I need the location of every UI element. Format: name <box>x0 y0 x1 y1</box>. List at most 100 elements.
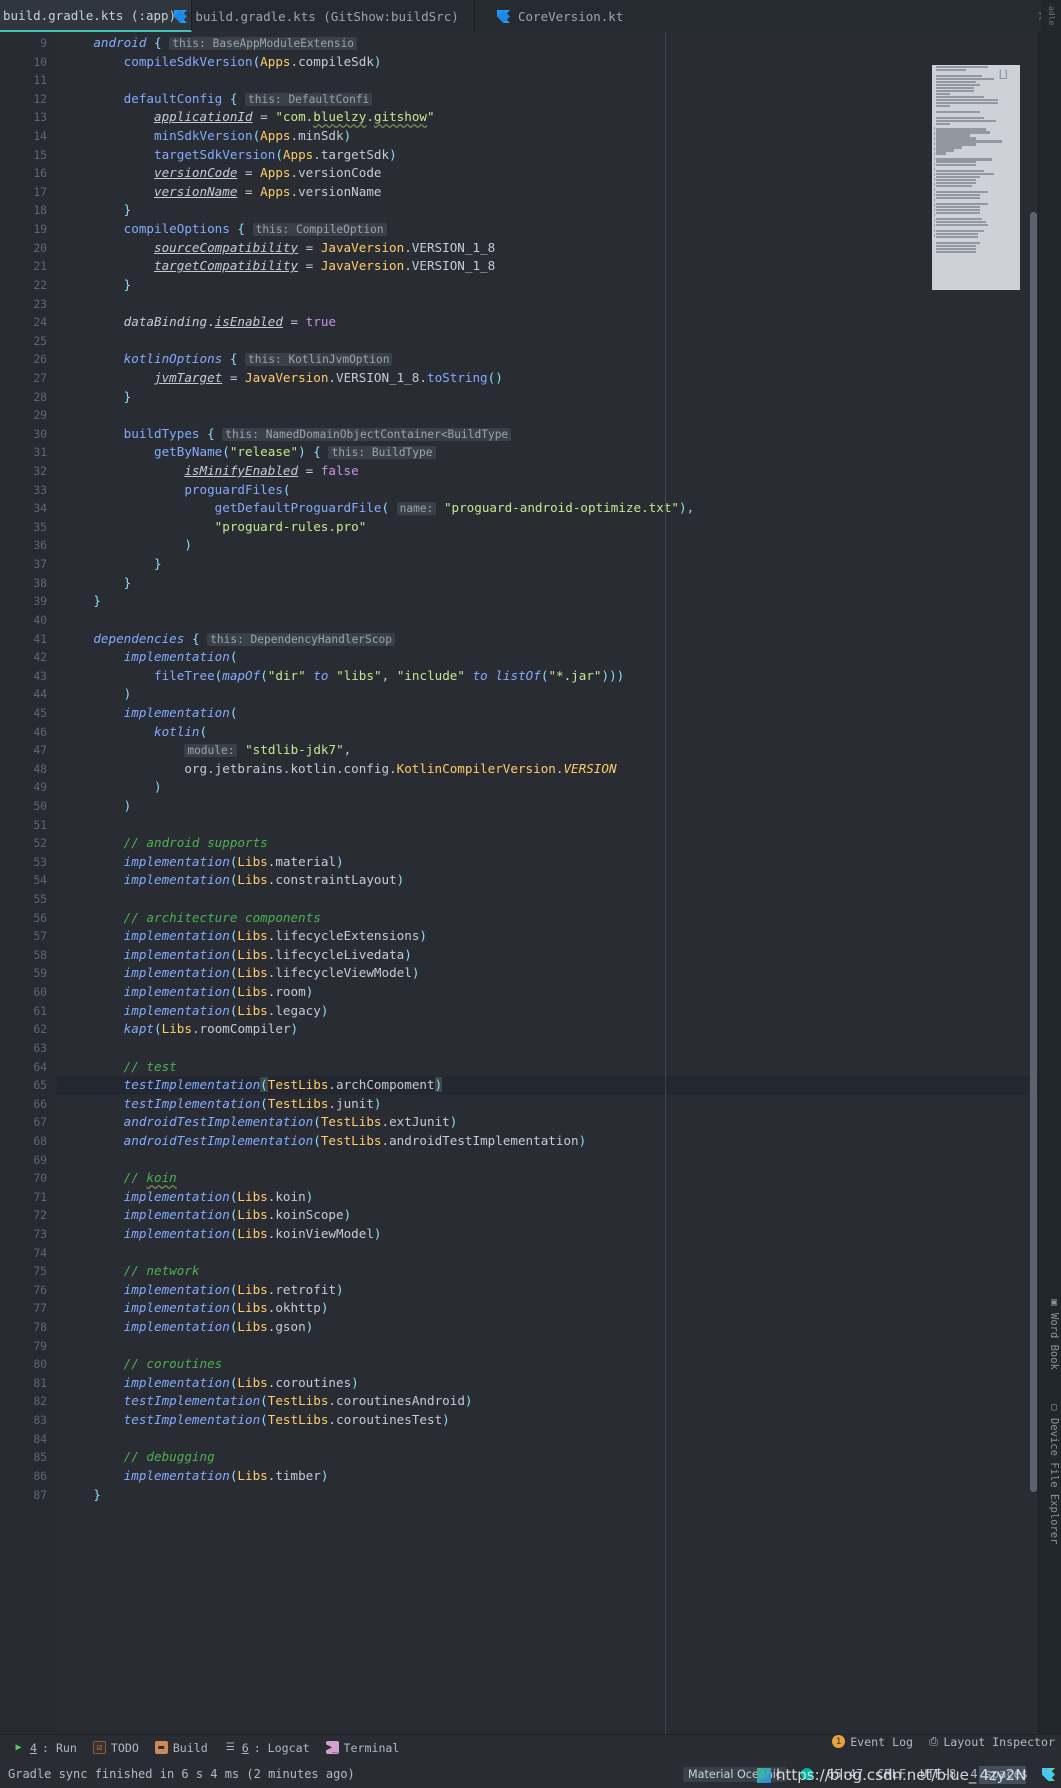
code-line[interactable]: dependencies { this: DependencyHandlerSc… <box>57 630 1038 649</box>
code-line[interactable] <box>57 611 1038 630</box>
code-line[interactable]: // debugging <box>57 1448 1038 1467</box>
code-line[interactable]: // test <box>57 1058 1038 1077</box>
tool-window-build[interactable]: ▬ Build <box>151 1741 220 1755</box>
code-line[interactable]: implementation(Libs.timber) <box>57 1467 1038 1486</box>
code-line[interactable] <box>57 1430 1038 1449</box>
code-line[interactable]: compileOptions { this: CompileOption <box>57 220 1038 239</box>
code-content[interactable]: android { this: BaseAppModuleExtensio co… <box>57 32 1038 1734</box>
code-line[interactable]: ) <box>57 797 1038 816</box>
code-line[interactable]: fileTree(mapOf("dir" to "libs", "include… <box>57 667 1038 686</box>
editor-vertical-scrollbar[interactable] <box>1029 32 1038 1734</box>
code-line[interactable]: implementation(Libs.legacy) <box>57 1002 1038 1021</box>
code-line[interactable]: implementation(Libs.koin) <box>57 1188 1038 1207</box>
code-line[interactable]: implementation(Libs.coroutines) <box>57 1374 1038 1393</box>
code-line[interactable]: } <box>57 592 1038 611</box>
tool-window-logcat[interactable]: ☰ 6: Logcat <box>220 1741 322 1755</box>
code-line[interactable]: androidTestImplementation(TestLibs.extJu… <box>57 1113 1038 1132</box>
code-line[interactable] <box>57 332 1038 351</box>
indent-setting[interactable]: 4 spaces <box>970 1767 1028 1781</box>
code-line[interactable]: proguardFiles( <box>57 481 1038 500</box>
code-line[interactable] <box>57 1244 1038 1263</box>
code-line[interactable]: testImplementation(TestLibs.coroutinesAn… <box>57 1392 1038 1411</box>
code-line[interactable]: implementation( <box>57 648 1038 667</box>
code-line[interactable]: compileSdkVersion(Apps.compileSdk) <box>57 53 1038 72</box>
tool-button-device-file-explorer[interactable]: ▢ Device File Explorer <box>1048 1402 1060 1544</box>
code-line[interactable]: } <box>57 201 1038 220</box>
code-line[interactable] <box>57 1151 1038 1170</box>
code-line[interactable]: implementation(Libs.okhttp) <box>57 1299 1038 1318</box>
code-line[interactable]: implementation(Libs.lifecycleLivedata) <box>57 946 1038 965</box>
code-line[interactable]: implementation(Libs.material) <box>57 853 1038 872</box>
code-line[interactable] <box>57 71 1038 90</box>
event-log-button[interactable]: 1 Event Log <box>832 1735 913 1749</box>
code-line[interactable]: android { this: BaseAppModuleExtensio <box>57 34 1038 53</box>
code-line[interactable]: } <box>57 276 1038 295</box>
line-number-gutter[interactable]: 9 10 11 12 13 14 15 16 17 18 19 20 21 22 23 24 25 26 27 28 2… <box>0 32 57 1734</box>
file-encoding[interactable]: UTF-8 <box>920 1767 956 1781</box>
code-line[interactable]: implementation( <box>57 704 1038 723</box>
code-line[interactable]: } <box>57 1486 1038 1505</box>
code-line[interactable] <box>57 1337 1038 1356</box>
code-line[interactable]: implementation(Libs.gson) <box>57 1318 1038 1337</box>
scrollbar-thumb[interactable] <box>1030 212 1037 1492</box>
code-line[interactable]: versionName = Apps.versionName <box>57 183 1038 202</box>
color-scheme-badge[interactable]: Material Oceanic <box>682 1766 788 1782</box>
code-line[interactable]: implementation(Libs.room) <box>57 983 1038 1002</box>
code-line[interactable]: } <box>57 574 1038 593</box>
code-line[interactable] <box>57 406 1038 425</box>
layout-inspector-button[interactable]: ⎙ Layout Inspector <box>929 1734 1055 1749</box>
code-line[interactable]: isMinifyEnabled = false <box>57 462 1038 481</box>
code-line[interactable]: // android supports <box>57 834 1038 853</box>
code-line[interactable]: minSdkVersion(Apps.minSdk) <box>57 127 1038 146</box>
code-line[interactable]: versionCode = Apps.versionCode <box>57 164 1038 183</box>
code-line[interactable]: // koin <box>57 1169 1038 1188</box>
code-line[interactable]: testImplementation(TestLibs.coroutinesTe… <box>57 1411 1038 1430</box>
tool-button-word-book[interactable]: ▣ Word Book <box>1048 1297 1060 1370</box>
tab-overflow-label[interactable]: adle <box>1041 0 1061 32</box>
code-line[interactable]: androidTestImplementation(TestLibs.andro… <box>57 1132 1038 1151</box>
caret-position[interactable]: 65:47 <box>827 1767 863 1781</box>
code-line[interactable]: getDefaultProguardFile( name: "proguard-… <box>57 499 1038 518</box>
code-line[interactable]: ) <box>57 685 1038 704</box>
editor-tab-coreversion[interactable]: CoreVersion.kt × <box>475 0 1061 32</box>
inspection-widget-icon[interactable]: ⨿ <box>999 68 1008 83</box>
tool-window-todo[interactable]: ☑ TODO <box>89 1741 151 1755</box>
editor-tab-buildsrc-gradle[interactable]: build.gradle.kts (GitShow:buildSrc) × <box>174 0 494 32</box>
code-line[interactable]: jvmTarget = JavaVersion.VERSION_1_8.toSt… <box>57 369 1038 388</box>
code-line[interactable]: // network <box>57 1262 1038 1281</box>
tool-window-run[interactable]: ▶ 4: Run <box>8 1741 89 1755</box>
code-line[interactable]: buildTypes { this: NamedDomainObjectCont… <box>57 425 1038 444</box>
code-minimap[interactable] <box>932 65 1020 290</box>
code-line[interactable]: kapt(Libs.roomCompiler) <box>57 1020 1038 1039</box>
code-line[interactable]: ) <box>57 536 1038 555</box>
code-line[interactable] <box>57 816 1038 835</box>
code-line[interactable]: ) <box>57 778 1038 797</box>
code-line[interactable]: testImplementation(TestLibs.junit) <box>57 1095 1038 1114</box>
code-line[interactable]: targetSdkVersion(Apps.targetSdk) <box>57 146 1038 165</box>
code-line[interactable]: implementation(Libs.koinScope) <box>57 1206 1038 1225</box>
code-line[interactable]: } <box>57 388 1038 407</box>
tool-window-terminal[interactable]: ▶_ Terminal <box>322 1741 412 1755</box>
code-line[interactable]: module: "stdlib-jdk7", <box>57 741 1038 760</box>
code-line[interactable] <box>57 295 1038 314</box>
code-line[interactable]: // coroutines <box>57 1355 1038 1374</box>
line-separator[interactable]: CRLF <box>877 1767 906 1781</box>
code-line[interactable]: kotlinOptions { this: KotlinJvmOption <box>57 350 1038 369</box>
code-line[interactable]: applicationId = "com.bluelzy.gitshow" <box>57 108 1038 127</box>
code-line[interactable]: kotlin( <box>57 723 1038 742</box>
code-line[interactable]: } <box>57 555 1038 574</box>
code-line[interactable]: implementation(Libs.koinViewModel) <box>57 1225 1038 1244</box>
code-line[interactable]: implementation(Libs.retrofit) <box>57 1281 1038 1300</box>
code-line[interactable]: org.jetbrains.kotlin.config.KotlinCompil… <box>57 760 1038 779</box>
code-line[interactable]: getByName("release") { this: BuildType <box>57 443 1038 462</box>
code-line[interactable]: targetCompatibility = JavaVersion.VERSIO… <box>57 257 1038 276</box>
code-line[interactable]: // architecture components <box>57 909 1038 928</box>
code-line[interactable]: dataBinding.isEnabled = true <box>57 313 1038 332</box>
code-line[interactable] <box>57 890 1038 909</box>
editor-tab-app-gradle[interactable]: build.gradle.kts (:app) × <box>0 0 211 32</box>
code-line[interactable]: testImplementation(TestLibs.archCompomen… <box>57 1076 1038 1095</box>
code-line[interactable]: "proguard-rules.pro" <box>57 518 1038 537</box>
code-line[interactable]: implementation(Libs.lifecycleViewModel) <box>57 964 1038 983</box>
code-line[interactable]: implementation(Libs.lifecycleExtensions) <box>57 927 1038 946</box>
code-line[interactable]: sourceCompatibility = JavaVersion.VERSIO… <box>57 239 1038 258</box>
